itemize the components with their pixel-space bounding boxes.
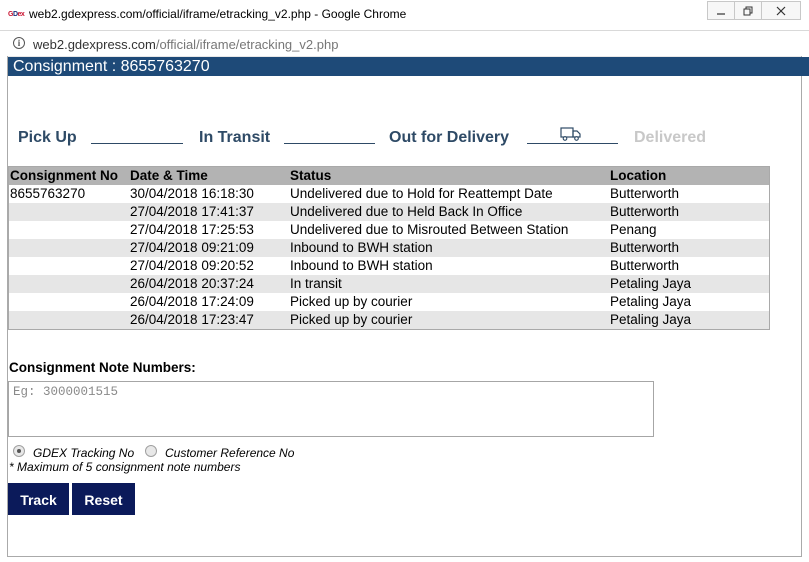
frame-border-right xyxy=(801,56,802,556)
step-in-transit: In Transit xyxy=(199,129,271,146)
address-bar[interactable]: i web2.gdexpress.com/official/iframe/etr… xyxy=(7,32,802,57)
cell-location: Butterworth xyxy=(610,204,680,219)
gdex-favicon-icon: GDex xyxy=(8,11,25,18)
minimize-icon xyxy=(717,12,725,15)
frame-border-bottom xyxy=(7,556,802,557)
cell-date-time: 27/04/2018 17:41:37 xyxy=(130,204,254,219)
max-numbers-note: * Maximum of 5 consignment note numbers xyxy=(9,460,241,474)
radio-customer-reference-no[interactable] xyxy=(145,445,157,457)
restore-icon xyxy=(743,6,753,15)
cell-status: Inbound to BWH station xyxy=(290,258,433,273)
step-out-for-delivery: Out for Delivery xyxy=(389,129,510,146)
cell-location: Butterworth xyxy=(610,240,680,255)
cell-status: Undelivered due to Held Back In Office xyxy=(290,204,523,219)
cell-date-time: 27/04/2018 09:21:09 xyxy=(130,240,254,255)
track-button[interactable]: Track xyxy=(8,483,69,515)
step-delivered: Delivered xyxy=(634,129,707,146)
cell-status: In transit xyxy=(290,276,342,291)
tracking-table: Consignment No Date & Time Status Locati… xyxy=(8,166,770,330)
cell-consignment-no: 8655763270 xyxy=(10,186,86,201)
cell-status: Inbound to BWH station xyxy=(290,240,433,255)
cell-status: Picked up by courier xyxy=(290,294,413,309)
cell-status: Picked up by courier xyxy=(290,312,413,327)
cell-status: Undelivered due to Misrouted Between Sta… xyxy=(290,222,569,237)
window-title: web2.gdexpress.com/official/iframe/etrac… xyxy=(29,7,407,21)
header-status: Status xyxy=(290,168,332,183)
consignment-note-input[interactable] xyxy=(8,381,654,437)
radio-label-gdex-tracking-no[interactable]: GDEX Tracking No xyxy=(33,446,134,460)
consignment-note-label: Consignment Note Numbers: xyxy=(9,360,196,375)
table-row: 27/04/2018 17:41:37 Undelivered due to H… xyxy=(9,203,769,221)
cell-date-time: 26/04/2018 17:24:09 xyxy=(130,294,254,309)
consignment-header: Consignment : 8655763270 xyxy=(8,57,809,76)
step-pick-up: Pick Up xyxy=(18,129,77,146)
cell-date-time: 27/04/2018 09:20:52 xyxy=(130,258,254,273)
url-host: web2.gdexpress.com xyxy=(33,37,156,52)
cell-location: Petaling Jaya xyxy=(610,294,692,309)
table-row: 8655763270 30/04/2018 16:18:30 Undeliver… xyxy=(9,185,769,203)
table-row: 27/04/2018 09:20:52 Inbound to BWH stati… xyxy=(9,257,769,275)
cell-location: Butterworth xyxy=(610,186,680,201)
header-date-time: Date & Time xyxy=(130,168,208,183)
delivery-truck-icon xyxy=(560,127,581,141)
radio-gdex-tracking-no[interactable] xyxy=(13,445,25,457)
info-icon[interactable]: i xyxy=(13,37,25,49)
cell-date-time: 30/04/2018 16:18:30 xyxy=(130,186,254,201)
table-row: 26/04/2018 17:23:47 Picked up by courier… xyxy=(9,311,769,329)
cell-date-time: 26/04/2018 20:37:24 xyxy=(130,276,254,291)
cell-location: Butterworth xyxy=(610,258,680,273)
table-row: 26/04/2018 17:24:09 Picked up by courier… xyxy=(9,293,769,311)
table-header-row: Consignment No Date & Time Status Locati… xyxy=(9,167,769,185)
cell-location: Petaling Jaya xyxy=(610,312,692,327)
cell-location: Penang xyxy=(610,222,657,237)
cell-date-time: 26/04/2018 17:23:47 xyxy=(130,312,254,327)
window-titlebar: GDex web2.gdexpress.com/official/iframe/… xyxy=(0,0,809,31)
table-row: 27/04/2018 09:21:09 Inbound to BWH stati… xyxy=(9,239,769,257)
minimize-button[interactable] xyxy=(707,1,735,20)
step-connector-2 xyxy=(284,143,375,144)
table-row: 27/04/2018 17:25:53 Undelivered due to M… xyxy=(9,221,769,239)
header-consignment-no: Consignment No xyxy=(10,168,118,183)
close-icon xyxy=(776,6,786,15)
table-row: 26/04/2018 20:37:24 In transit Petaling … xyxy=(9,275,769,293)
step-connector-3 xyxy=(527,143,618,144)
cell-status: Undelivered due to Hold for Reattempt Da… xyxy=(290,186,553,201)
url-text: web2.gdexpress.com/official/iframe/etrac… xyxy=(33,37,338,52)
reset-button[interactable]: Reset xyxy=(72,483,135,515)
maximize-button[interactable] xyxy=(734,1,762,20)
cell-date-time: 27/04/2018 17:25:53 xyxy=(130,222,254,237)
radio-label-customer-reference-no[interactable]: Customer Reference No xyxy=(165,446,294,460)
step-connector-1 xyxy=(91,143,183,144)
url-path: /official/iframe/etracking_v2.php xyxy=(155,37,339,52)
radio-selected-dot xyxy=(17,449,21,453)
close-button[interactable] xyxy=(761,1,801,20)
cell-location: Petaling Jaya xyxy=(610,276,692,291)
header-location: Location xyxy=(610,168,667,183)
